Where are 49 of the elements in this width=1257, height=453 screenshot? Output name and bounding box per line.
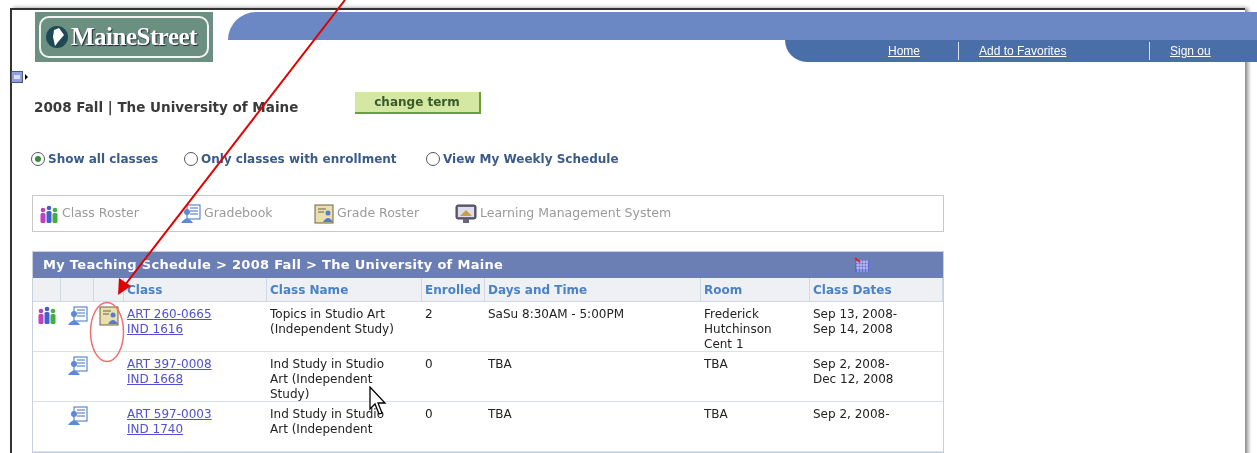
class-dates-cell: Sep 2, 2008- bbox=[813, 407, 890, 422]
enrolled-cell: 0 bbox=[425, 357, 433, 371]
maine-state-icon bbox=[45, 25, 69, 49]
class-link[interactable]: IND 1740 bbox=[127, 422, 184, 437]
class-name-cell: Ind Study in Studio Art (Independent Study) bbox=[270, 357, 384, 401]
class-dates-cell: Sep 14, 2008 bbox=[813, 322, 893, 337]
room-cell: TBA bbox=[704, 407, 728, 421]
class-link[interactable]: ART 260-0665 bbox=[127, 307, 212, 322]
nav-link[interactable]: Add to Favorites bbox=[979, 42, 1149, 60]
legend-label: Class Roster bbox=[62, 204, 139, 223]
column-header[interactable]: Room bbox=[704, 280, 743, 299]
table-title: My Teaching Schedule > 2008 Fall > The University of Maine bbox=[43, 256, 504, 275]
monitor-icon bbox=[455, 203, 477, 224]
roster-people-icon bbox=[39, 204, 59, 223]
days-time-cell: SaSu 8:30AM - 5:00PM bbox=[488, 307, 624, 321]
legend-label: Grade Roster bbox=[337, 204, 420, 223]
column-header[interactable]: Enrolled bbox=[425, 280, 481, 299]
column-header[interactable]: Class bbox=[127, 280, 163, 299]
class-link[interactable]: IND 1668 bbox=[127, 372, 184, 387]
calendar-grid-icon[interactable] bbox=[854, 257, 870, 273]
room-cell: TBA bbox=[704, 357, 728, 371]
class-dates-cell: Dec 12, 2008 bbox=[813, 372, 894, 387]
gradebook-icon bbox=[181, 203, 201, 224]
logo-text: MaineStreet bbox=[71, 22, 197, 53]
class-link[interactable]: IND 1616 bbox=[127, 322, 184, 337]
enrolled-cell: 0 bbox=[425, 407, 433, 421]
column-header[interactable]: Class Dates bbox=[813, 280, 892, 299]
radio-label[interactable]: Show all classes bbox=[48, 150, 159, 168]
class-name-cell: Topics in Studio Art (Independent Study) bbox=[270, 307, 394, 336]
enrolled-cell: 2 bbox=[425, 307, 433, 321]
annotation-circle bbox=[89, 301, 125, 363]
class-link[interactable]: ART 397-0008 bbox=[127, 357, 212, 372]
days-time-cell: TBA bbox=[488, 407, 512, 421]
class-dates-cell: Sep 2, 2008- bbox=[813, 357, 890, 372]
radio-label[interactable]: View My Weekly Schedule bbox=[443, 150, 619, 168]
column-header[interactable]: Class Name bbox=[270, 280, 349, 299]
grade-roster-icon bbox=[314, 203, 334, 224]
days-time-cell: TBA bbox=[488, 357, 512, 371]
change-term-button[interactable]: change term bbox=[355, 92, 481, 114]
legend-label: Gradebook bbox=[204, 204, 273, 223]
class-link[interactable]: ART 597-0003 bbox=[127, 407, 212, 422]
class-dates-cell: Sep 13, 2008- bbox=[813, 307, 898, 322]
nav-link[interactable]: Sign ou bbox=[1170, 42, 1211, 60]
menu-toggle-icon[interactable] bbox=[11, 71, 29, 83]
nav-link[interactable]: Home bbox=[888, 42, 958, 60]
room-cell: Frederick Hutchinson Cent 1 bbox=[704, 307, 772, 351]
column-header[interactable]: Days and Time bbox=[488, 280, 588, 299]
class-name-cell: Ind Study in Studio Art (Independent bbox=[270, 407, 384, 436]
legend-label: Learning Management System bbox=[480, 204, 672, 223]
